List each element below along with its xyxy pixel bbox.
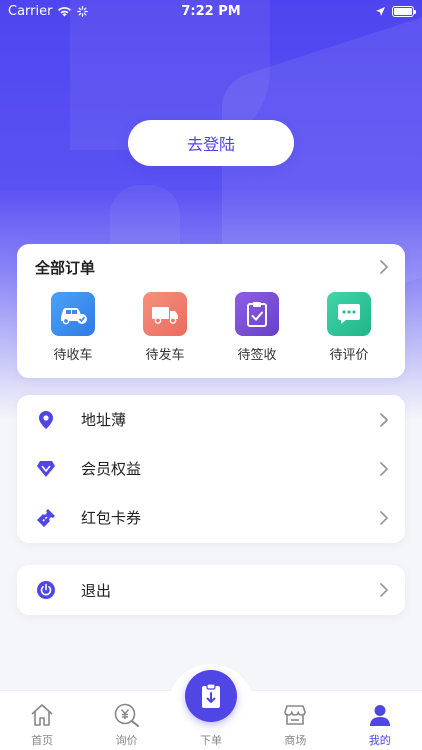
power-icon bbox=[35, 579, 57, 601]
all-orders-header[interactable]: 全部订单 bbox=[17, 244, 405, 290]
orders-card: 全部订单 待收车 待发车 待签收 待评价 bbox=[17, 244, 405, 378]
battery-icon bbox=[392, 5, 416, 17]
truck-icon bbox=[143, 292, 187, 336]
menu-item-member-benefits[interactable]: 会员权益 bbox=[17, 444, 405, 493]
order-status-label: 待签收 bbox=[237, 348, 277, 363]
status-bar: Carrier 7:22 PM bbox=[0, 0, 422, 22]
chat-bubble-icon bbox=[327, 292, 371, 336]
order-status-pending-dispatch[interactable]: 待发车 bbox=[125, 292, 205, 363]
order-status-pending-sign[interactable]: 待签收 bbox=[217, 292, 297, 363]
ticket-icon bbox=[35, 507, 57, 529]
logout-card: 退出 bbox=[17, 565, 405, 615]
order-status-label: 待收车 bbox=[53, 348, 93, 363]
header-decoration bbox=[110, 185, 180, 245]
wifi-icon bbox=[58, 6, 72, 16]
menu-item-coupons[interactable]: 红包卡券 bbox=[17, 493, 405, 542]
menu-card: 地址薄 会员权益 红包卡券 bbox=[17, 395, 405, 543]
user-icon bbox=[368, 700, 392, 730]
tab-mine[interactable]: 我的 bbox=[345, 700, 415, 748]
bottom-tab-bar: 首页 询价 下单 商场 我的 bbox=[0, 664, 422, 750]
chevron-right-icon bbox=[380, 412, 388, 427]
tab-label: 询价 bbox=[115, 734, 138, 747]
tab-place-order[interactable]: 下单 bbox=[167, 664, 254, 748]
tab-label: 商场 bbox=[284, 734, 307, 747]
menu-item-label: 地址薄 bbox=[81, 411, 127, 429]
carrier-label: Carrier bbox=[8, 3, 53, 19]
menu-item-label: 红包卡券 bbox=[81, 509, 142, 527]
location-pin-icon bbox=[35, 409, 57, 431]
tab-label: 我的 bbox=[368, 734, 391, 747]
tab-label: 首页 bbox=[31, 734, 54, 747]
chevron-right-icon bbox=[380, 260, 388, 274]
tab-inquiry[interactable]: 询价 bbox=[92, 700, 162, 748]
logout-label: 退出 bbox=[81, 581, 112, 600]
order-status-label: 待发车 bbox=[145, 348, 185, 363]
menu-item-label: 会员权益 bbox=[81, 460, 142, 478]
menu-item-address-book[interactable]: 地址薄 bbox=[17, 395, 405, 444]
store-icon bbox=[282, 700, 308, 730]
tab-home[interactable]: 首页 bbox=[7, 700, 77, 748]
home-icon bbox=[29, 700, 55, 730]
tab-label: 下单 bbox=[199, 734, 222, 747]
diamond-icon bbox=[35, 458, 57, 480]
chevron-right-icon bbox=[380, 461, 388, 476]
chevron-right-icon bbox=[380, 583, 388, 597]
order-status-pending-review[interactable]: 待评价 bbox=[309, 292, 389, 363]
car-check-icon bbox=[51, 292, 95, 336]
logout-button[interactable]: 退出 bbox=[17, 565, 405, 615]
login-button[interactable]: 去登陆 bbox=[128, 120, 294, 166]
order-status-label: 待评价 bbox=[329, 348, 369, 363]
loading-icon bbox=[77, 5, 89, 17]
chevron-right-icon bbox=[380, 510, 388, 525]
tab-mall[interactable]: 商场 bbox=[260, 700, 330, 748]
order-status-pending-pickup[interactable]: 待收车 bbox=[33, 292, 113, 363]
location-arrow-icon bbox=[376, 6, 385, 16]
clipboard-download-icon bbox=[184, 670, 237, 722]
all-orders-title: 全部订单 bbox=[35, 258, 96, 277]
yuan-search-icon bbox=[113, 700, 141, 730]
clipboard-check-icon bbox=[235, 292, 279, 336]
